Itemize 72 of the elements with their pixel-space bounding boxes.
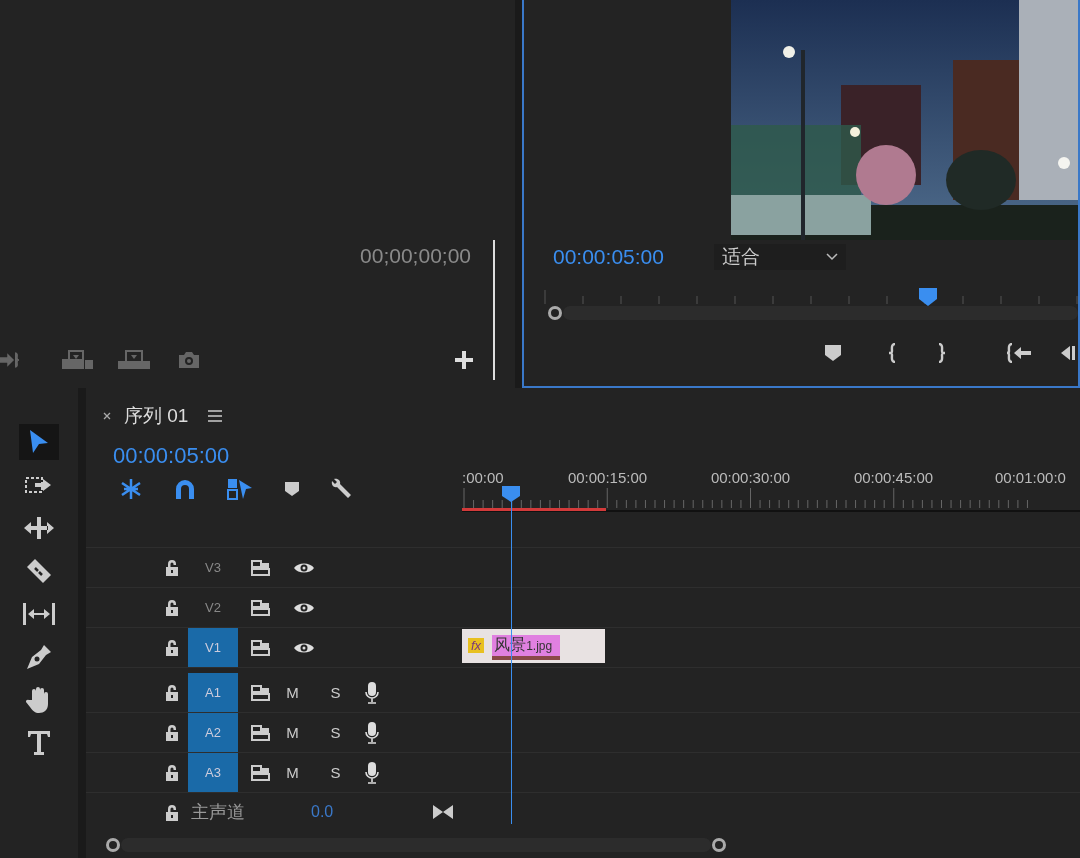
mute-toggle[interactable]: M [271,684,314,701]
lock-icon[interactable] [165,724,179,741]
marker-icon[interactable] [285,482,299,496]
lock-icon[interactable] [165,639,179,656]
type-tool-icon [27,730,51,756]
track-target-toggle[interactable]: V1 [188,628,238,667]
zoom-handle[interactable] [547,305,563,321]
scroll-handle[interactable] [711,837,727,853]
chevron-down-icon [825,253,838,261]
master-track-label: 主声道 [191,801,245,824]
sync-lock-icon[interactable] [251,639,271,656]
lock-icon[interactable] [165,764,179,781]
master-volume-value[interactable]: 0.0 [311,803,334,821]
mute-toggle[interactable]: M [271,764,314,781]
dashed-arrow-icon [25,475,53,495]
ruler-label: :00:00 [462,469,505,486]
mute-toggle[interactable]: M [271,724,314,741]
arrow-icon [28,429,50,455]
camera-icon[interactable] [178,351,200,369]
insert-icon[interactable] [62,350,94,370]
solo-toggle[interactable]: S [314,724,357,741]
solo-toggle[interactable]: S [314,764,357,781]
magnet-icon[interactable] [175,479,195,499]
source-timecode: 00;00;00;00 [360,244,471,268]
close-icon[interactable] [102,411,112,421]
scroll-handle[interactable] [105,837,121,853]
overwrite-icon[interactable] [118,350,150,370]
ruler-label: 00:00:15:00 [566,469,649,486]
pen-icon [26,644,52,670]
menu-icon[interactable] [208,410,223,422]
bowtie-icon[interactable] [433,805,454,819]
fx-badge: fx [468,637,485,653]
microphone-icon[interactable] [365,761,379,784]
sync-lock-icon[interactable] [251,599,271,616]
lock-icon[interactable] [165,684,179,701]
step-back-icon[interactable] [1061,344,1075,362]
track-target-toggle[interactable]: V3 [188,548,238,587]
nest-toggle-icon[interactable] [119,478,143,500]
track-target-toggle[interactable]: V2 [188,588,238,627]
playhead[interactable] [502,486,520,502]
ruler-label: 00:00:45:00 [852,469,935,486]
sequence-tab[interactable]: 序列 01 [124,403,189,429]
marker-icon[interactable] [825,345,841,361]
program-timecode[interactable]: 00:00:05:00 [553,245,664,269]
lock-icon[interactable] [165,559,179,576]
solo-toggle[interactable]: S [314,684,357,701]
sync-lock-icon[interactable] [251,559,271,576]
horizontal-scrollbar[interactable] [121,838,711,852]
go-to-in-icon[interactable] [1007,343,1031,363]
microphone-icon[interactable] [365,681,379,704]
linked-selection-icon[interactable] [227,478,253,500]
microphone-icon[interactable] [365,721,379,744]
lock-icon[interactable] [165,803,179,821]
tool-button[interactable] [19,424,59,460]
ruler-label: 00:00:30:00 [709,469,792,486]
mark-in-icon[interactable] [887,343,897,363]
ripple-edit-icon [24,517,54,539]
zoom-dropdown[interactable]: 适合 [713,244,846,270]
sync-lock-icon[interactable] [251,684,271,701]
sync-lock-icon[interactable] [251,764,271,781]
ruler-label: 00:01:00:0 [994,469,1067,486]
zoom-scrollbar[interactable] [563,306,1078,320]
slip-icon [23,603,55,625]
lock-icon[interactable] [165,599,179,616]
wrench-icon[interactable] [331,478,353,500]
add-icon[interactable] [455,351,473,369]
sync-lock-icon[interactable] [251,724,271,741]
track-target-toggle[interactable]: A2 [188,713,238,752]
razor-icon [26,558,52,584]
track-target-toggle[interactable]: A3 [188,753,238,792]
track-target-toggle[interactable]: A1 [188,673,238,712]
timeline-timecode[interactable]: 00:00:05:00 [113,444,462,468]
